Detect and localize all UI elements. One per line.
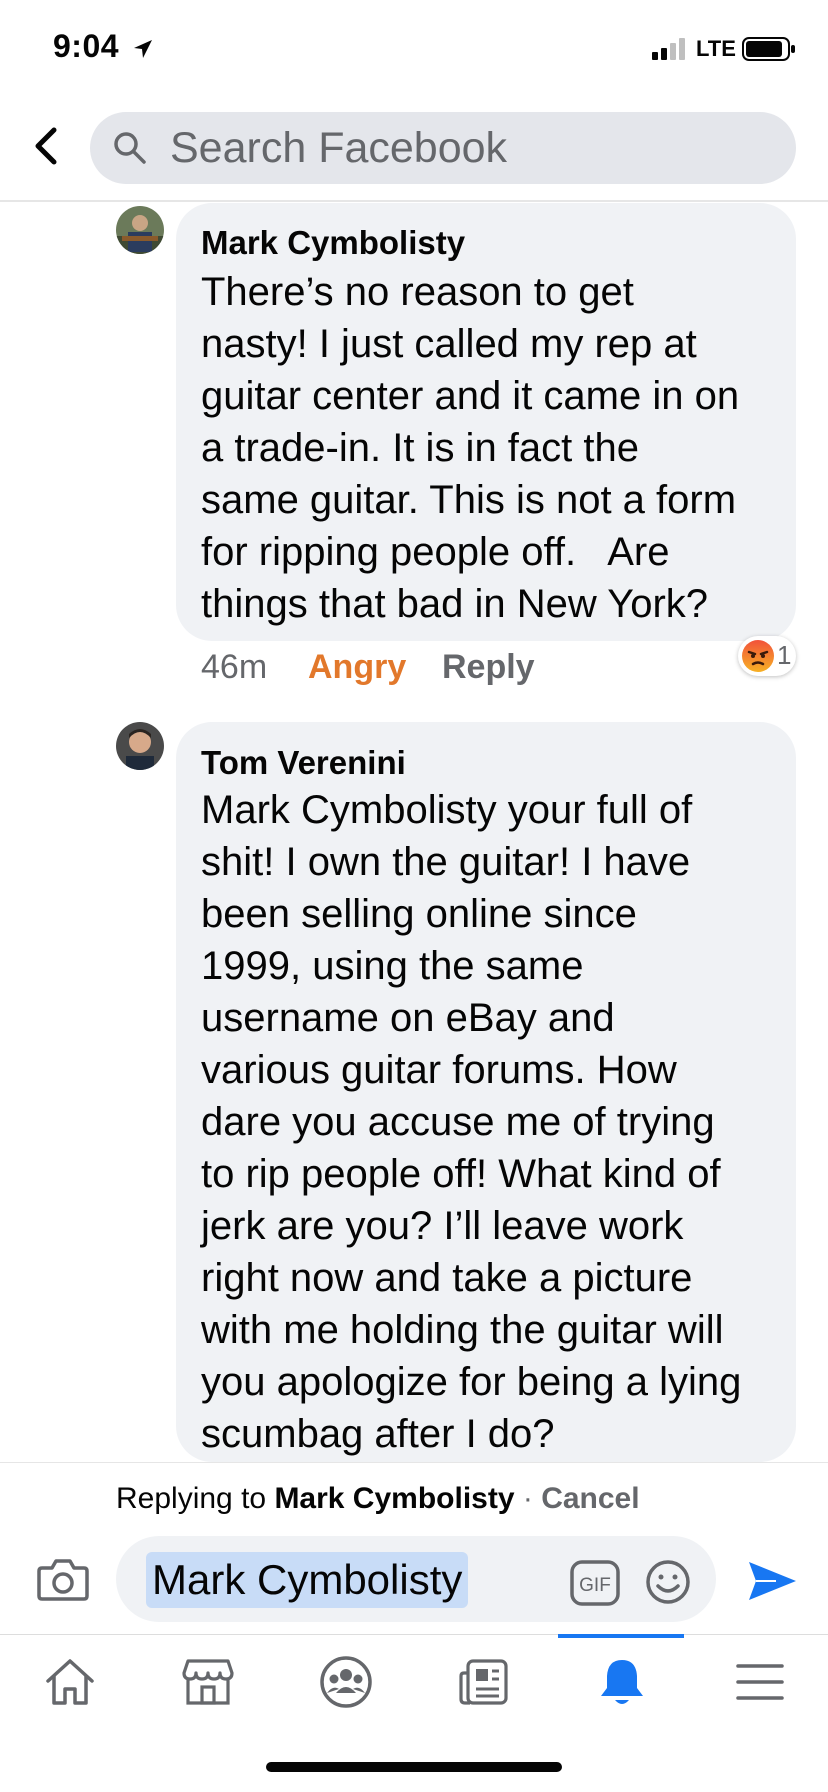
status-time: 9:04: [53, 28, 120, 64]
gif-icon[interactable]: GIF: [570, 1560, 620, 1606]
menu-icon: [736, 1664, 784, 1700]
comment-text: Mark Cymbolisty your full of shit! I own…: [201, 788, 742, 1456]
comment-timestamp[interactable]: 46m: [201, 648, 267, 687]
nav-divider: [0, 1634, 828, 1635]
avatar[interactable]: [116, 722, 164, 770]
angry-reaction-icon: [742, 640, 774, 672]
reply-button[interactable]: Reply: [442, 648, 535, 687]
search-icon: [114, 132, 146, 164]
nav-groups[interactable]: [306, 1650, 386, 1714]
emoji-icon[interactable]: [644, 1558, 692, 1606]
search-placeholder[interactable]: Search Facebook: [170, 124, 507, 173]
news-icon: [459, 1659, 508, 1705]
replying-to-indicator: Replying to Mark Cymbolisty · Cancel: [116, 1482, 640, 1516]
signal-strength-icon: [652, 38, 685, 60]
comment-author[interactable]: Tom Verenini: [201, 744, 406, 782]
send-icon[interactable]: [746, 1558, 798, 1604]
reaction-count: 1: [777, 640, 792, 670]
marketplace-icon: [182, 1659, 234, 1705]
nav-news[interactable]: [444, 1650, 524, 1714]
replying-separator: ·: [514, 1482, 542, 1515]
home-indicator[interactable]: [266, 1762, 562, 1772]
active-tab-indicator: [558, 1634, 684, 1638]
nav-notifications[interactable]: [582, 1650, 662, 1714]
location-arrow-icon: [134, 40, 152, 58]
nav-menu[interactable]: [720, 1650, 800, 1714]
replying-target: Mark Cymbolisty: [274, 1482, 515, 1515]
avatar[interactable]: [116, 206, 164, 254]
gif-label: GIF: [579, 1575, 611, 1596]
battery-icon: [742, 37, 795, 61]
header-divider: [0, 200, 828, 202]
camera-icon[interactable]: [36, 1556, 90, 1602]
comment-author[interactable]: Mark Cymbolisty: [201, 224, 465, 262]
groups-icon: [320, 1656, 372, 1708]
back-arrow-icon[interactable]: [28, 122, 64, 170]
mention-tag[interactable]: Mark Cymbolisty: [146, 1552, 469, 1608]
notifications-icon: [601, 1660, 643, 1704]
cancel-reply-button[interactable]: Cancel: [541, 1482, 639, 1515]
home-icon: [46, 1659, 94, 1705]
nav-home[interactable]: [30, 1650, 110, 1714]
network-type-label: LTE: [696, 36, 736, 61]
reaction-button[interactable]: Angry: [308, 648, 406, 687]
comment-text: There’s no reason to get nasty! I just c…: [201, 270, 740, 626]
nav-marketplace[interactable]: [168, 1650, 248, 1714]
replying-prefix: Replying to: [116, 1482, 267, 1515]
